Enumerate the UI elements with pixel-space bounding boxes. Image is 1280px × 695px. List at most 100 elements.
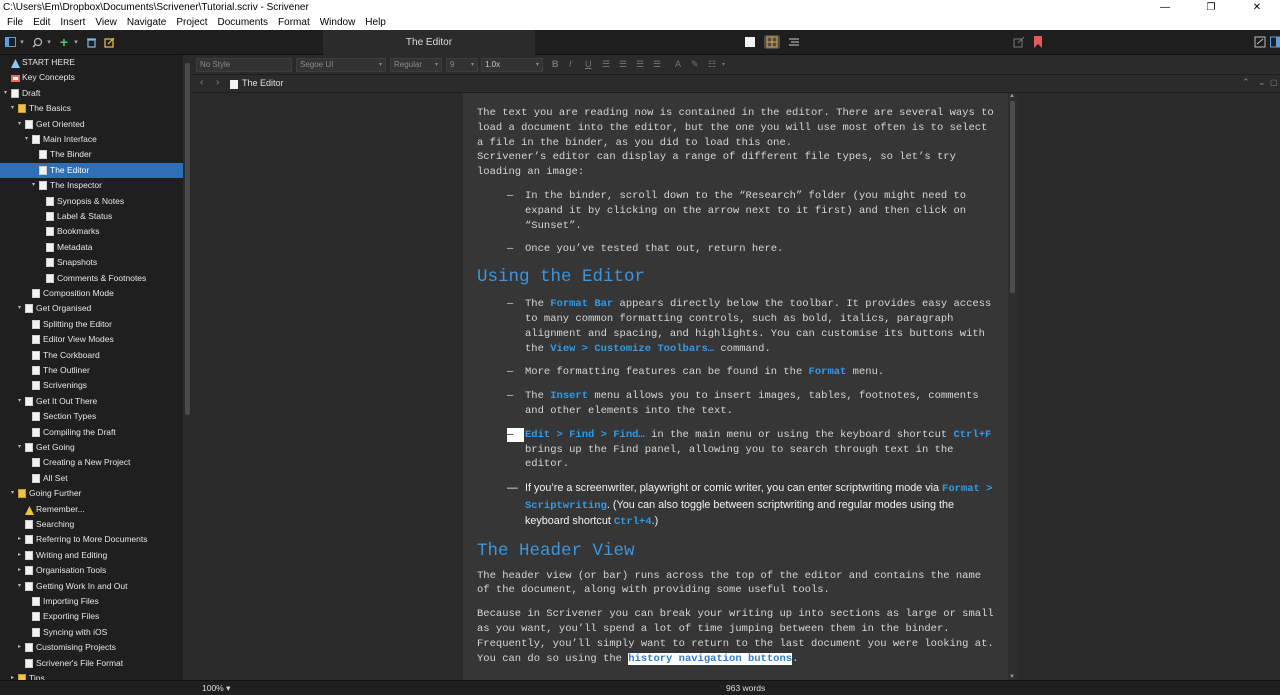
binder-item[interactable]: ▾ Getting Work In and Out	[0, 579, 183, 594]
font-size-select[interactable]: 9 ▾	[446, 58, 478, 72]
binder-item[interactable]: Scrivenings	[0, 378, 183, 393]
zoom-select[interactable]: 100% ▾	[202, 683, 230, 694]
binder-item[interactable]: Importing Files	[0, 594, 183, 609]
align-center-icon[interactable]: ☰	[619, 59, 627, 70]
inspector-toggle-icon[interactable]	[1270, 36, 1280, 49]
bold-button[interactable]: B	[552, 59, 559, 69]
list-chevron-icon[interactable]: ▾	[722, 61, 725, 68]
menu-item-insert[interactable]: Insert	[55, 15, 90, 30]
minimize-button[interactable]: —	[1142, 0, 1188, 15]
binder-item[interactable]: ▾ Get Oriented	[0, 117, 183, 132]
binder-item[interactable]: ▾ Going Further	[0, 486, 183, 501]
add-menu-chevron-icon[interactable]: ▾	[72, 34, 80, 50]
binder-item[interactable]: ▸ Customising Projects	[0, 640, 183, 655]
editor-scrollbar[interactable]: ▲ ▼	[1008, 93, 1017, 680]
binder-item[interactable]: Searching	[0, 517, 183, 532]
binder-item[interactable]: All Set	[0, 471, 183, 486]
disclosure-expanded-icon[interactable]: ▾	[16, 440, 23, 455]
history-forward-button[interactable]: ›	[216, 77, 219, 88]
binder-item[interactable]: The Outliner	[0, 363, 183, 378]
disclosure-expanded-icon[interactable]: ▾	[16, 117, 23, 132]
binder-item[interactable]: The Editor	[0, 162, 183, 178]
disclosure-expanded-icon[interactable]: ▾	[9, 486, 16, 501]
binder-item[interactable]: Splitting the Editor	[0, 317, 183, 332]
disclosure-expanded-icon[interactable]: ▾	[9, 101, 16, 116]
binder-menu-chevron-icon[interactable]: ▾	[18, 34, 26, 50]
binder-item[interactable]: Snapshots	[0, 255, 183, 270]
disclosure-collapsed-icon[interactable]: ▸	[16, 563, 23, 578]
share-icon[interactable]	[1013, 36, 1026, 49]
menu-item-navigate[interactable]: Navigate	[122, 15, 171, 30]
previous-document-chevron-icon[interactable]: ⌃	[1242, 77, 1250, 88]
binder-toggle-icon[interactable]	[4, 34, 16, 50]
binder-item[interactable]: ▸ Referring to More Documents	[0, 532, 183, 547]
add-icon[interactable]: +	[58, 34, 70, 50]
binder-item[interactable]: Key Concepts	[0, 70, 183, 85]
search-icon[interactable]	[31, 34, 43, 50]
menu-item-view[interactable]: View	[90, 15, 122, 30]
disclosure-expanded-icon[interactable]: ▾	[23, 132, 30, 147]
disclosure-expanded-icon[interactable]: ▾	[30, 178, 37, 193]
outliner-view-icon[interactable]	[788, 36, 801, 49]
editor-page[interactable]: The text you are reading now is containe…	[463, 93, 1008, 680]
menu-item-documents[interactable]: Documents	[212, 15, 273, 30]
binder-item[interactable]: ▸ Writing and Editing	[0, 548, 183, 563]
binder-item[interactable]: Label & Status	[0, 209, 183, 224]
binder-item[interactable]: Scrivener's File Format	[0, 656, 183, 671]
menu-item-project[interactable]: Project	[171, 15, 212, 30]
binder-item[interactable]: Comments & Footnotes	[0, 271, 183, 286]
binder-item[interactable]: Syncing with iOS	[0, 625, 183, 640]
split-editor-icon[interactable]: ▢	[1270, 78, 1278, 87]
disclosure-collapsed-icon[interactable]: ▸	[9, 671, 16, 680]
binder-item[interactable]: Synopsis & Notes	[0, 194, 183, 209]
highlight-icon[interactable]: ✎	[691, 59, 699, 70]
align-right-icon[interactable]: ☰	[653, 59, 661, 70]
line-spacing-select[interactable]: 1.0x ▾	[481, 58, 543, 72]
binder-item[interactable]: ▸ Organisation Tools	[0, 563, 183, 578]
disclosure-collapsed-icon[interactable]: ▸	[16, 532, 23, 547]
next-document-chevron-icon[interactable]: ⌄	[1258, 77, 1266, 88]
binder-item[interactable]: Bookmarks	[0, 224, 183, 239]
binder-item[interactable]: ▾ Get Organised	[0, 301, 183, 316]
history-back-button[interactable]: ‹	[200, 77, 203, 88]
menu-item-window[interactable]: Window	[315, 15, 361, 30]
text-color-button[interactable]: A	[675, 59, 681, 69]
corkboard-view-icon[interactable]	[764, 35, 780, 49]
list-icon[interactable]: ☷	[708, 59, 716, 70]
binder-item[interactable]: ▸ Tips	[0, 671, 183, 680]
binder-item[interactable]: START HERE	[0, 55, 183, 70]
binder-item[interactable]: Remember...	[0, 502, 183, 517]
menu-item-edit[interactable]: Edit	[28, 15, 55, 30]
word-count[interactable]: 963 words	[726, 683, 765, 693]
binder-item[interactable]: Composition Mode	[0, 286, 183, 301]
menu-item-help[interactable]: Help	[360, 15, 391, 30]
editor-text[interactable]: The text you are reading now is containe…	[477, 106, 997, 666]
underline-button[interactable]: U	[585, 59, 592, 69]
binder-item[interactable]: ▾ Draft	[0, 86, 183, 101]
binder-scrollbar-thumb[interactable]	[185, 63, 190, 415]
trash-icon[interactable]	[85, 34, 97, 50]
scroll-up-icon[interactable]: ▲	[1009, 93, 1015, 99]
header-document-title[interactable]: The Editor	[242, 78, 284, 88]
close-button[interactable]: ✕	[1234, 0, 1280, 15]
binder-item[interactable]: ▾ The Basics	[0, 101, 183, 116]
binder-item[interactable]: Section Types	[0, 409, 183, 424]
font-weight-select[interactable]: Regular ▾	[390, 58, 442, 72]
binder-scrollbar[interactable]	[183, 55, 192, 680]
italic-button[interactable]: I	[569, 59, 572, 69]
disclosure-expanded-icon[interactable]: ▾	[2, 86, 9, 101]
binder-item[interactable]: Compiling the Draft	[0, 425, 183, 440]
binder-item[interactable]: The Binder	[0, 147, 183, 162]
menu-item-file[interactable]: File	[2, 15, 28, 30]
binder-item[interactable]: Exporting Files	[0, 609, 183, 624]
single-view-icon[interactable]	[744, 36, 757, 49]
binder-item[interactable]: The Corkboard	[0, 348, 183, 363]
font-select[interactable]: Segoe UI ▾	[296, 58, 386, 72]
editor-scrollbar-thumb[interactable]	[1010, 101, 1015, 293]
bookmark-icon[interactable]	[1033, 36, 1046, 49]
binder-item[interactable]: Editor View Modes	[0, 332, 183, 347]
disclosure-collapsed-icon[interactable]: ▸	[16, 548, 23, 563]
search-menu-chevron-icon[interactable]: ▾	[45, 34, 53, 50]
align-justify-icon[interactable]: ☰	[636, 59, 644, 70]
menu-item-format[interactable]: Format	[273, 15, 315, 30]
